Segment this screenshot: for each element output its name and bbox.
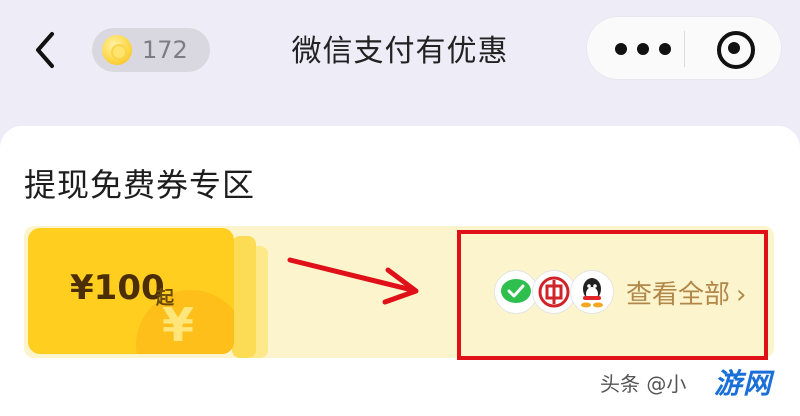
points-value: 172 [142, 36, 188, 64]
coin-icon [102, 35, 132, 65]
qq-icon [570, 270, 614, 314]
capsule-divider [684, 31, 685, 67]
target-center [728, 42, 740, 54]
page-title: 微信支付有优惠 [291, 34, 509, 69]
coupon-amount: ¥100 [70, 268, 165, 308]
dot-icon [615, 43, 627, 55]
dot-icon [637, 43, 649, 55]
more-options-button[interactable] [615, 31, 671, 67]
watermark-site: 游网 [714, 367, 773, 400]
chevron-right-icon: › [736, 280, 747, 310]
coupon-stack-layer [232, 236, 256, 358]
payment-methods [494, 270, 624, 316]
view-all-link[interactable]: 查看全部 › [626, 274, 746, 311]
points-badge[interactable]: 172 [92, 28, 210, 72]
watermark-text: 头条 @小 [600, 372, 687, 396]
dot-icon [659, 43, 671, 55]
section-title: 提现免费券专区 [24, 166, 256, 204]
top-bar: 172 微信支付有优惠 [0, 0, 800, 110]
annotation-arrow-icon [287, 257, 419, 305]
mini-program-capsule [586, 16, 782, 80]
back-button[interactable] [30, 28, 64, 72]
coupon-card[interactable]: ¥ ¥100 起 [28, 228, 234, 354]
close-mini-program-button[interactable] [715, 29, 755, 69]
chevron-left-icon [36, 32, 54, 68]
view-all-label: 查看全部 [626, 280, 731, 310]
coupon-suffix: 起 [156, 288, 174, 309]
